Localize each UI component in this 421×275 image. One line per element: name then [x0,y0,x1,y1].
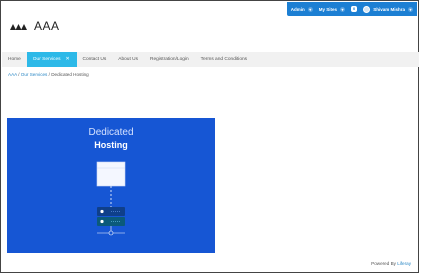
hero-banner: Dedicated Hosting [7,118,215,253]
dock-admin-label: Admin [290,6,305,12]
nav-our-services[interactable]: Our Services ✕ [26,52,77,67]
dock-notifications[interactable]: 0 [351,6,358,12]
nav-registration-login[interactable]: Registration/Login [144,52,195,67]
chevron-down-icon: ▾ [307,6,313,12]
chevron-down-icon: ▾ [340,6,345,12]
dock-user-menu[interactable]: Shivam Mishra ▾ [363,5,413,13]
server-illustration-icon [96,161,126,236]
site-name: AAA [34,19,60,33]
dock-my-sites-label: My Sites [318,6,337,12]
nav-contact-us[interactable]: Contact Us [77,52,113,67]
breadcrumb-parent[interactable]: Our Services [21,72,48,77]
powered-by-label: Powered By [371,261,398,266]
avatar [363,5,371,13]
user-name: Shivam Mishra [373,6,405,12]
hero-subtitle: Hosting [94,140,128,150]
dock-admin-menu[interactable]: Admin ▾ [290,6,313,12]
nav-home[interactable]: Home [2,52,27,67]
nav-about-us[interactable]: About Us [112,52,144,67]
site-logo-icon [10,24,27,30]
powered-by-link[interactable]: Liferay [397,261,411,266]
dockbar: Admin ▾ My Sites ▾ 0 Shivam Mishra ▾ [286,2,417,16]
hero-title: Dedicated [88,127,134,138]
main-navigation: Home Our Services ✕ Contact Us About Us … [2,52,419,67]
breadcrumb-current: Dedicated Hosting [51,72,89,77]
breadcrumb-root[interactable]: AAA [8,72,17,77]
page-frame: Admin ▾ My Sites ▾ 0 Shivam Mishra ▾ AAA… [0,0,419,273]
nav-terms-and-conditions[interactable]: Terms and Conditions [195,52,253,67]
site-brand[interactable]: AAA [10,19,60,33]
dock-my-sites-menu[interactable]: My Sites ▾ [318,6,345,12]
notification-count-badge: 0 [351,6,358,12]
dropdown-close-icon[interactable]: ✕ [66,57,71,62]
nav-our-services-label: Our Services [32,57,61,62]
breadcrumb: AAA / Our Services / Dedicated Hosting [8,72,89,77]
powered-by: Powered By Liferay [371,261,411,266]
chevron-down-icon: ▾ [408,6,413,12]
